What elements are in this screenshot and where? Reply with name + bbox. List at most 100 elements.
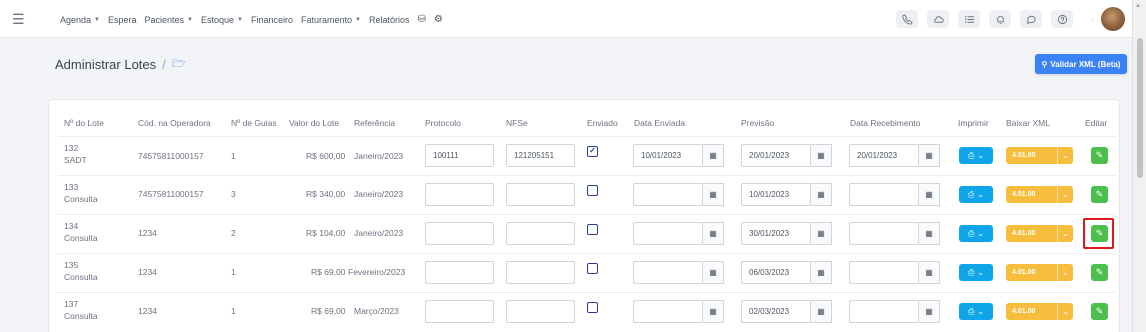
- validate-xml-button[interactable]: ⚲ Validar XML (Beta): [1035, 54, 1127, 74]
- edit-button[interactable]: ✎: [1091, 147, 1108, 164]
- calendar-icon[interactable]: ▦: [919, 300, 940, 323]
- scrollbar-thumb[interactable]: [1137, 38, 1143, 178]
- sent-date-input[interactable]: [633, 300, 703, 323]
- settings-icon[interactable]: ⚙: [434, 14, 443, 25]
- printer-icon: ⎙: [967, 228, 975, 238]
- nfse-input[interactable]: [506, 183, 575, 206]
- sent-date-input[interactable]: [633, 222, 703, 245]
- protocol-input[interactable]: [425, 300, 494, 323]
- calendar-icon[interactable]: ▦: [703, 144, 724, 167]
- sent-date-input[interactable]: [633, 183, 703, 206]
- chevron-down-icon[interactable]: ⌄: [1057, 225, 1073, 242]
- lot-value: R$ 104,00: [306, 228, 346, 238]
- sent-checkbox[interactable]: [587, 185, 598, 196]
- protocol-input[interactable]: 100111: [425, 144, 494, 167]
- forecast-date-input[interactable]: 06/03/2023: [741, 261, 811, 284]
- chevron-down-icon[interactable]: ⌄: [1057, 147, 1073, 164]
- calendar-icon[interactable]: ▦: [703, 300, 724, 323]
- print-button[interactable]: ⎙ ⌄: [959, 303, 993, 320]
- nav-item-faturamento[interactable]: Faturamento ▼: [301, 14, 361, 25]
- nfse-input[interactable]: 121205151: [506, 144, 575, 167]
- edit-button[interactable]: ✎: [1091, 303, 1108, 320]
- sent-checkbox[interactable]: [587, 263, 598, 274]
- nfse-input[interactable]: [506, 261, 575, 284]
- sent-checkbox[interactable]: [587, 302, 598, 313]
- print-button[interactable]: ⎙ ⌄: [959, 147, 993, 164]
- forecast-date-input[interactable]: 02/03/2023: [741, 300, 811, 323]
- protocol-input[interactable]: [425, 183, 494, 206]
- sent-checkbox[interactable]: ✓: [587, 146, 598, 157]
- calendar-icon[interactable]: ▦: [811, 300, 832, 323]
- calendar-icon[interactable]: ▦: [811, 183, 832, 206]
- column-header: NFSe: [506, 118, 528, 128]
- column-header: Previsão: [741, 118, 775, 128]
- download-xml-button[interactable]: 4.01.00 ⌄: [1006, 186, 1073, 203]
- calendar-icon[interactable]: ▦: [919, 222, 940, 245]
- guide-count: 1: [231, 267, 236, 277]
- chevron-down-icon[interactable]: ⌄: [1057, 264, 1073, 281]
- nfse-input[interactable]: [506, 300, 575, 323]
- avatar[interactable]: [1101, 7, 1125, 31]
- calendar-icon[interactable]: ▦: [919, 261, 940, 284]
- database-icon[interactable]: ⛁: [418, 14, 426, 25]
- list-icon[interactable]: [958, 10, 980, 28]
- download-xml-button[interactable]: 4.01.00 ⌄: [1006, 303, 1073, 320]
- menu-icon[interactable]: ☰: [12, 11, 25, 28]
- reference: Fevereiro/2023: [348, 267, 406, 277]
- received-date-input[interactable]: [849, 300, 919, 323]
- nav-item-relatorios[interactable]: Relatórios: [369, 14, 410, 25]
- help-icon[interactable]: [1051, 10, 1073, 28]
- chevron-down-icon[interactable]: ⌄: [1057, 303, 1073, 320]
- forecast-date-input[interactable]: 30/01/2023: [741, 222, 811, 245]
- download-xml-button[interactable]: 4.01.00 ⌄: [1006, 225, 1073, 242]
- lot-value: R$ 69,00: [311, 267, 346, 277]
- received-date-input[interactable]: [849, 183, 919, 206]
- sent-date-input[interactable]: 10/01/2023: [633, 144, 703, 167]
- lot-number: 135: [64, 260, 79, 270]
- received-date-input[interactable]: 20/01/2023: [849, 144, 919, 167]
- chevron-down-icon: ⌄: [977, 268, 985, 277]
- lot-number: 133: [64, 182, 79, 192]
- received-date-input[interactable]: [849, 261, 919, 284]
- nav-item-estoque[interactable]: Estoque ▼: [201, 14, 243, 25]
- calendar-icon[interactable]: ▦: [703, 222, 724, 245]
- calendar-icon[interactable]: ▦: [919, 183, 940, 206]
- calendar-icon[interactable]: ▦: [811, 261, 832, 284]
- edit-button[interactable]: ✎: [1091, 186, 1108, 203]
- cloud-icon[interactable]: [927, 10, 949, 28]
- forecast-date-input[interactable]: 10/01/2023: [741, 183, 811, 206]
- download-xml-button[interactable]: 4.01.00 ⌄: [1006, 147, 1073, 164]
- sent-date-input[interactable]: [633, 261, 703, 284]
- phone-icon[interactable]: [896, 10, 918, 28]
- chat-icon[interactable]: [1020, 10, 1042, 28]
- folder-open-icon[interactable]: 🗁: [172, 55, 186, 74]
- print-button[interactable]: ⎙ ⌄: [959, 264, 993, 281]
- chevron-down-icon: ⌄: [977, 151, 985, 160]
- chevron-down-icon[interactable]: ⌄: [1057, 186, 1073, 203]
- calendar-icon[interactable]: ▦: [919, 144, 940, 167]
- column-header: Data Recebimento: [850, 118, 921, 128]
- protocol-input[interactable]: [425, 261, 494, 284]
- print-button[interactable]: ⎙ ⌄: [959, 225, 993, 242]
- nfse-input[interactable]: [506, 222, 575, 245]
- calendar-icon[interactable]: ▦: [811, 222, 832, 245]
- calendar-icon[interactable]: ▦: [703, 261, 724, 284]
- protocol-input[interactable]: [425, 222, 494, 245]
- calendar-icon[interactable]: ▦: [811, 144, 832, 167]
- scroll-up-icon[interactable]: ▲: [1135, 3, 1141, 9]
- forecast-date-input[interactable]: 20/01/2023: [741, 144, 811, 167]
- print-button[interactable]: ⎙ ⌄: [959, 186, 993, 203]
- received-date-input[interactable]: [849, 222, 919, 245]
- nav-item-financeiro[interactable]: Financeiro: [251, 14, 293, 25]
- edit-button[interactable]: ✎: [1091, 264, 1108, 281]
- download-xml-button[interactable]: 4.01.00 ⌄: [1006, 264, 1073, 281]
- sent-checkbox[interactable]: [587, 224, 598, 235]
- nav-item-agenda[interactable]: Agenda ▼: [60, 14, 100, 25]
- bell-icon[interactable]: [989, 10, 1011, 28]
- column-header: Referência: [354, 118, 396, 128]
- nav-item-espera[interactable]: Espera: [108, 14, 137, 25]
- chevron-down-icon: ▼: [237, 16, 243, 23]
- lot-number: 132: [64, 143, 79, 153]
- nav-item-pacientes[interactable]: Pacientes ▼: [145, 14, 193, 25]
- calendar-icon[interactable]: ▦: [703, 183, 724, 206]
